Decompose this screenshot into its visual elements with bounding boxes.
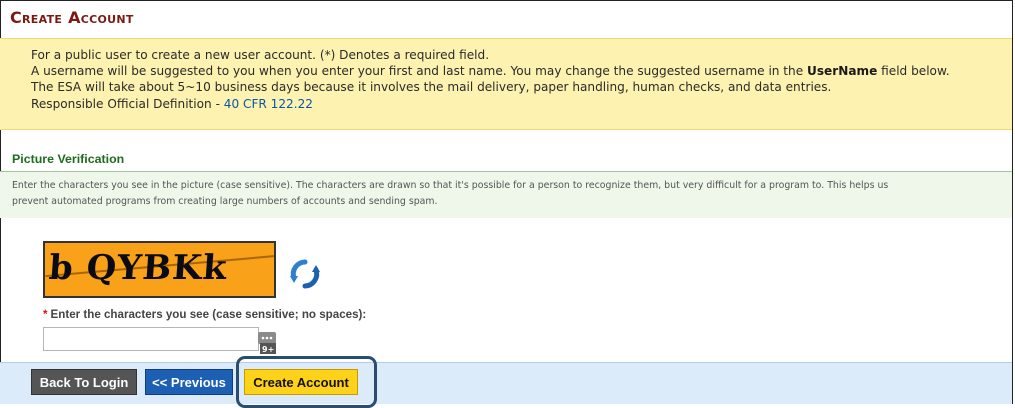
captcha-text: b QYBKk [47, 248, 229, 288]
info-line-2-text: A username will be suggested to you when… [31, 64, 808, 79]
captcha-image: b QYBKk [43, 241, 276, 298]
captcha-input-label: * Enter the characters you see (case sens… [43, 308, 366, 321]
section-title-picture-verification: Picture Verification [12, 152, 125, 166]
page-title: Create Account [10, 8, 134, 27]
pv-desc-line-1: Enter the characters you see in the pict… [12, 180, 889, 191]
captcha-input-label-text: Enter the characters you see (case sensi… [50, 308, 367, 321]
required-asterisk: * [43, 308, 48, 321]
info-panel: For a public user to create a new user a… [0, 38, 1012, 130]
create-account-highlight [236, 356, 377, 408]
info-line-1: For a public user to create a new user a… [31, 48, 490, 62]
picture-verification-description: Enter the characters you see in the pict… [0, 172, 1012, 218]
cfr-link[interactable]: 40 CFR 122.22 [224, 97, 313, 111]
info-line-3: The ESA will take about 5~10 business da… [31, 80, 832, 95]
refresh-captcha-button[interactable] [287, 256, 323, 292]
captcha-input[interactable] [43, 327, 259, 351]
refresh-icon [290, 259, 320, 289]
virtual-keyboard-button[interactable]: 9+ [257, 331, 277, 355]
back-to-login-button[interactable]: Back To Login [31, 369, 137, 395]
pv-desc-line-2: prevent automated programs from creating… [12, 196, 438, 207]
responsible-official-label: Responsible Official Definition - [31, 96, 224, 111]
previous-button[interactable]: << Previous [145, 369, 233, 395]
keyboard-badge: 9+ [262, 345, 274, 354]
username-field-name: UserName [807, 64, 878, 79]
info-line-4: Responsible Official Definition - 40 CFR… [31, 96, 1012, 112]
info-line-2: A username will be suggested to you when… [31, 63, 1012, 79]
info-line-2-end: field below. [877, 64, 950, 79]
keyboard-icon: 9+ [258, 332, 276, 354]
